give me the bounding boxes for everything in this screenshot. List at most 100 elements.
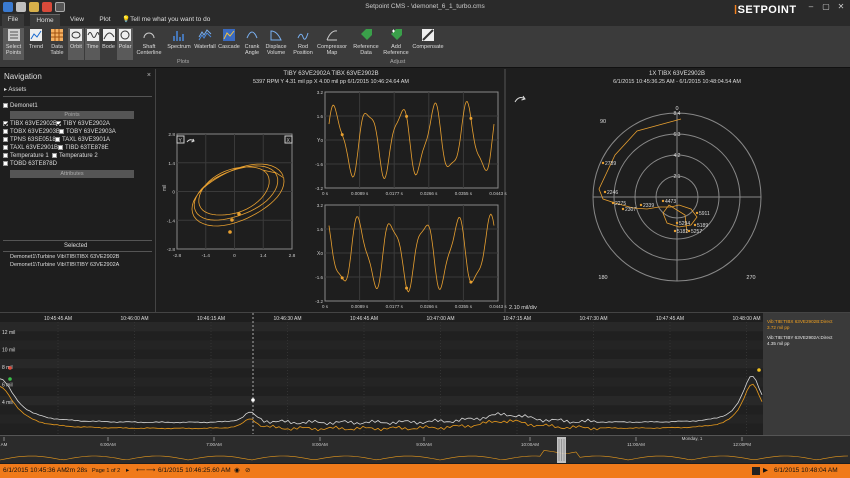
- plots-area: TIBY 63VE2902A TIBX 63VE2902B 5397 RPM Y…: [157, 69, 850, 312]
- orbit-x-tick: 2.8: [289, 253, 296, 259]
- point-checkbox[interactable]: [56, 121, 61, 126]
- add-reference-button[interactable]: Add Reference: [382, 28, 410, 60]
- overview-tick: AM: [1, 442, 8, 447]
- tab-home[interactable]: Home: [30, 14, 60, 26]
- point-item[interactable]: TIBX 63VE2902B: [3, 121, 57, 127]
- point-item[interactable]: TOBD 63TE878D: [3, 161, 57, 167]
- compensate-button[interactable]: Compensate: [412, 28, 444, 60]
- time-waveform-icon: [86, 29, 99, 41]
- time-button[interactable]: Time: [85, 28, 100, 60]
- point-checkbox[interactable]: [55, 137, 60, 142]
- overview-svg: AM 6:00AM 7:00AM 8:00AM 9:00AM 10:00AM 11:00AM…: [0, 436, 849, 463]
- orbit-button[interactable]: Orbit: [68, 28, 84, 60]
- time-x-tick: 0.0355 s: [455, 304, 473, 309]
- trend-x-tick: 10:47:00 AM: [426, 316, 454, 322]
- point-item[interactable]: TOBY 63VE2903A: [59, 129, 116, 135]
- reference-data-button[interactable]: Reference Data: [352, 28, 380, 60]
- spectrum-button[interactable]: Spectrum: [167, 28, 191, 60]
- cascade-icon: [223, 29, 235, 41]
- back-icon[interactable]: ⟵: [136, 466, 145, 474]
- point-checkbox[interactable]: [3, 137, 8, 142]
- trend-svg: 12 mil10 mil8 mil6 mil4 mil10:45:45 AM 10…: [0, 313, 763, 434]
- divider: [3, 251, 152, 252]
- point-checkbox[interactable]: [58, 145, 63, 150]
- time-y-tick: 0: [320, 138, 323, 143]
- selected-item[interactable]: Demonet1\Turbine Vib\TIB\TIBX 63VE2902B: [10, 254, 119, 260]
- title-bar: Setpoint CMS - \demonet_6_1_turbo.cms |S…: [0, 0, 850, 16]
- point-item[interactable]: TOBX 63VE2903B: [3, 129, 60, 135]
- tab-view[interactable]: View: [66, 14, 88, 26]
- maximize-button[interactable]: ▢: [819, 1, 833, 13]
- prev-page-icon[interactable]: ▸: [126, 466, 129, 474]
- point-checkbox[interactable]: [3, 121, 8, 126]
- tab-plot[interactable]: Plot: [94, 14, 116, 26]
- point-item[interactable]: TPNS 63SE0518: [3, 137, 56, 143]
- overview-timeline[interactable]: AM 6:00AM 7:00AM 8:00AM 9:00AM 10:00AM 11:00AM…: [0, 435, 850, 463]
- point-item[interactable]: TAXL 63VE3901A: [55, 137, 110, 143]
- selected-item[interactable]: Demonet1\Turbine Vib\TIB\TIBY 63VE2902A: [10, 262, 119, 268]
- close-navigation-button[interactable]: ×: [147, 72, 151, 79]
- status-page: Page 1 of 2: [92, 468, 121, 474]
- waterfall-button[interactable]: Waterfall: [193, 28, 217, 60]
- overview-tick: 7:00AM: [206, 442, 222, 447]
- tree-root-demonet[interactable]: Demonet1: [3, 103, 38, 109]
- live-icon[interactable]: ⊘: [245, 466, 250, 474]
- trend-y-tick: 12 mil: [2, 330, 15, 336]
- point-checkbox[interactable]: [3, 153, 8, 158]
- table-icon: [51, 29, 63, 41]
- polar-sample-dot: [675, 221, 679, 225]
- select-points-button[interactable]: Select Points: [3, 28, 24, 60]
- crank-angle-button[interactable]: Crank Angle: [242, 28, 262, 60]
- tab-file[interactable]: File: [2, 14, 24, 26]
- point-checkbox[interactable]: [52, 153, 57, 158]
- compressor-map-button[interactable]: Compressor Map: [316, 28, 348, 60]
- point-item[interactable]: TIBY 63VE2902A: [56, 121, 110, 127]
- displace-volume-button[interactable]: Displace Volume: [264, 28, 288, 60]
- tell-me-search[interactable]: 💡Tell me what you want to do: [122, 14, 212, 26]
- polar-plot[interactable]: 8.46.34.22.1090180 270 278922462275230723…: [509, 95, 762, 311]
- legend-entry-x[interactable]: Vib:TIB:TIBX 63VE2902B:Direct 3.72 mil pp: [767, 319, 849, 330]
- time-waveform-x[interactable]: X 3.21.60-1.6-3.20 s 0.0089 s 0.0177 s 0.02…: [315, 203, 507, 309]
- orbit-plot[interactable]: 2.81.40-1.4-2.8-2.8 -1.4 0 1.4 2.8 mil Y X: [162, 132, 296, 259]
- polar-ring-label: 6.3: [674, 132, 681, 138]
- point-item[interactable]: TIBD 63TE878E: [58, 145, 109, 151]
- stop-icon[interactable]: ◉: [234, 466, 240, 474]
- root-checkbox[interactable]: [3, 103, 8, 108]
- legend-entry-y[interactable]: Vib:TIB:TIBY 63VE2902A:Direct 4.35 mil pp: [767, 335, 849, 346]
- point-checkbox[interactable]: [59, 129, 64, 134]
- time-waveform-y[interactable]: Y 3.21.60-1.6-3.20 s 0.0089 s 0.0177 s 0.02…: [315, 90, 507, 196]
- trend-x-tick: 10:47:15 AM: [503, 316, 531, 322]
- trend-button[interactable]: Trend: [26, 28, 46, 60]
- minimize-button[interactable]: –: [804, 1, 818, 13]
- orbit-x-tick: 1.4: [260, 253, 267, 259]
- polar-sample-label: 2339: [643, 203, 654, 209]
- point-item[interactable]: Temperature 2: [52, 153, 98, 159]
- data-table-button[interactable]: Data Table: [47, 28, 67, 60]
- trend-plot[interactable]: 12 mil 10 mil 8 mil 6 mil 4 mil 10:45:45 AM 10…: [0, 312, 850, 435]
- point-item[interactable]: Temperature 1: [3, 153, 49, 159]
- time-y-tick: -1.6: [315, 275, 323, 280]
- point-checkbox[interactable]: [3, 129, 8, 134]
- shaft-centerline-button[interactable]: Shaft Centerline: [136, 28, 162, 60]
- polar-scale-label: 2.10 mil/div: [509, 305, 537, 311]
- play-icon[interactable]: ▶: [763, 466, 768, 474]
- compensate-icon: [422, 29, 434, 41]
- assets-node[interactable]: ▸ Assets: [4, 86, 26, 93]
- forward-icon[interactable]: ⟶: [146, 466, 155, 474]
- orbit-y-tick: 2.8: [168, 132, 175, 138]
- bode-button[interactable]: Bode: [101, 28, 116, 60]
- point-item[interactable]: TAXL 63VE2901B: [3, 145, 58, 151]
- cascade-button[interactable]: Cascade: [218, 28, 240, 60]
- point-checkbox[interactable]: [3, 161, 8, 166]
- keyphasor-dot: [469, 280, 473, 284]
- rod-position-icon: [297, 32, 309, 40]
- navigation-panel: Navigation × ▸ Assets Demonet1 Points TI…: [0, 69, 156, 312]
- overview-tick: 11:00AM: [627, 442, 645, 447]
- point-checkbox[interactable]: [3, 145, 8, 150]
- polar-sample-label: 5182: [677, 229, 688, 235]
- close-button[interactable]: ✕: [834, 1, 848, 13]
- polar-button[interactable]: Polar: [117, 28, 133, 60]
- stop-button[interactable]: [752, 467, 760, 475]
- displace-volume-icon: [270, 30, 282, 41]
- rod-position-button[interactable]: Rod Position: [291, 28, 315, 60]
